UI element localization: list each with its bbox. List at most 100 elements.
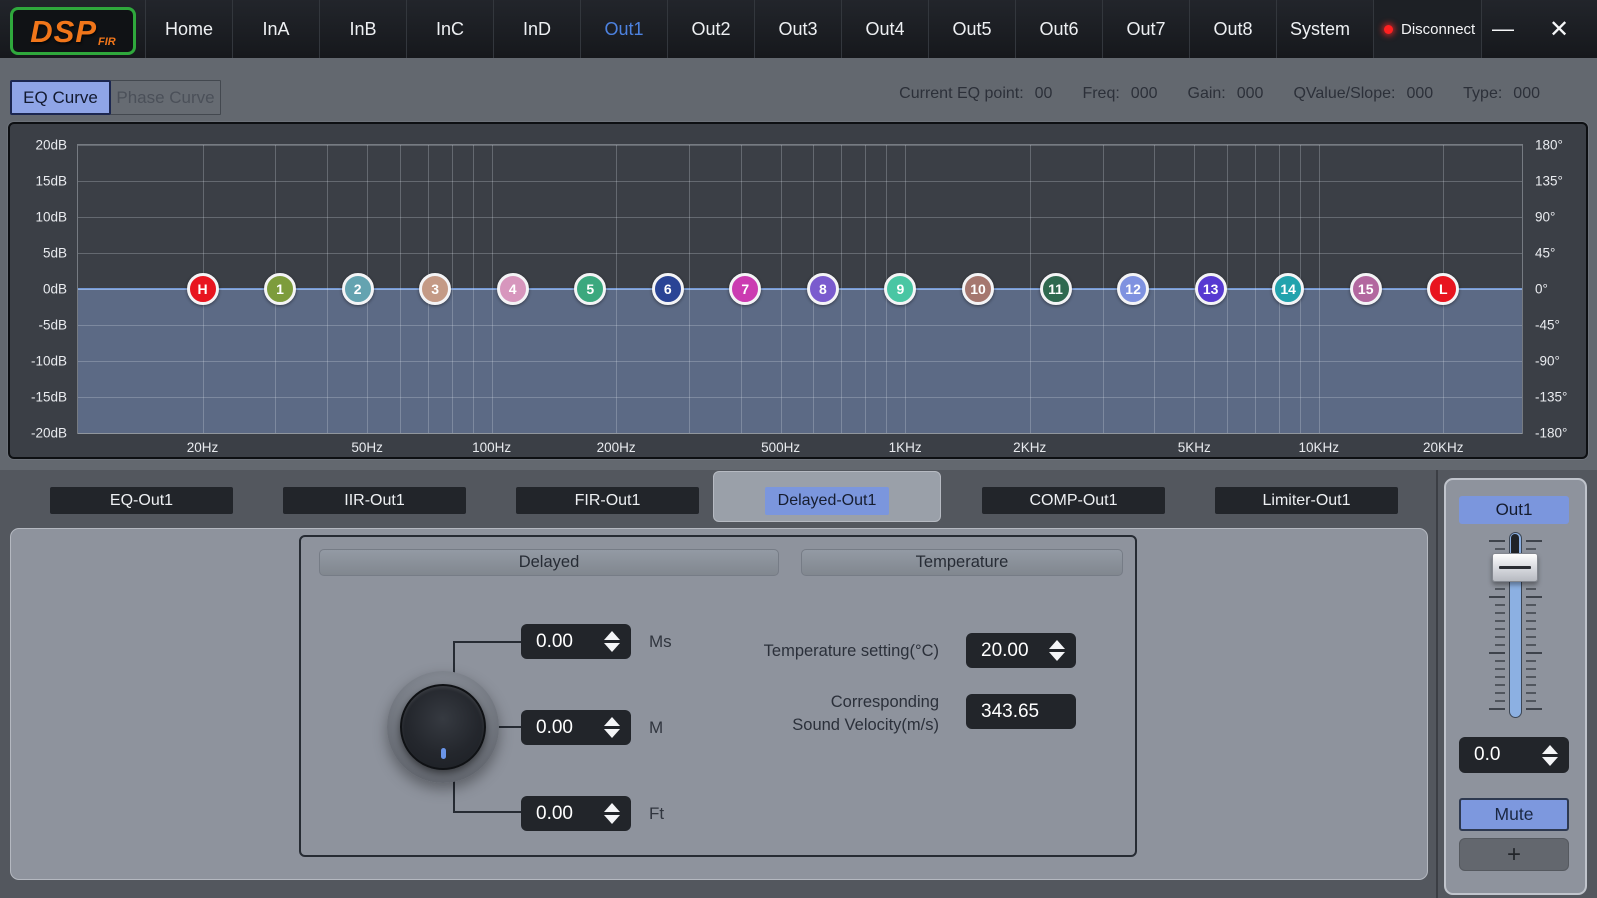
eq-point-13[interactable]: 13 xyxy=(1195,273,1227,305)
nav-item-inb[interactable]: InB xyxy=(319,0,406,58)
add-button[interactable]: + xyxy=(1459,838,1569,871)
eq-point-6[interactable]: 6 xyxy=(652,273,684,305)
eq-plot-area[interactable]: 20dB15dB10dB5dB0dB-5dB-10dB-15dB-20dB180… xyxy=(77,144,1523,434)
minimize-button[interactable]: — xyxy=(1478,0,1528,58)
eq-point-2[interactable]: 2 xyxy=(342,273,374,305)
processing-tab-selected-frame: Delayed-Out1 xyxy=(713,471,941,522)
grid-line-h xyxy=(78,325,1522,326)
eq-point-7[interactable]: 7 xyxy=(729,273,761,305)
delayed-header-label: Delayed xyxy=(519,553,580,572)
nav-item-out7[interactable]: Out7 xyxy=(1102,0,1189,58)
step-up-icon[interactable] xyxy=(1049,640,1065,649)
gain-axis-label: -15dB xyxy=(31,390,67,405)
fader-tick xyxy=(1526,636,1536,638)
fader-tick xyxy=(1495,684,1505,686)
delay-value: 0.00 xyxy=(536,803,573,825)
fader-tick xyxy=(1526,604,1536,606)
step-up-icon[interactable] xyxy=(1542,745,1558,754)
eq-point-1[interactable]: 1 xyxy=(264,273,296,305)
mute-button[interactable]: Mute xyxy=(1459,798,1569,831)
fader-tick xyxy=(1526,700,1536,702)
delayed-panel: Delayed Temperature 0.00Ms0.00M0.00Ft Te… xyxy=(10,528,1428,880)
nav-item-inc[interactable]: InC xyxy=(406,0,493,58)
tab-phase-curve[interactable]: Phase Curve xyxy=(110,80,221,115)
gain-stepper[interactable] xyxy=(1542,737,1558,773)
nav-item-out5[interactable]: Out5 xyxy=(928,0,1015,58)
eq-point-10[interactable]: 10 xyxy=(962,273,994,305)
gain-value-field[interactable]: 0.0 xyxy=(1459,737,1569,773)
status-label: Current EQ point: xyxy=(899,85,1024,103)
disconnect-label: Disconnect xyxy=(1401,21,1475,38)
nav-item-home[interactable]: Home xyxy=(145,0,232,58)
nav-item-out6[interactable]: Out6 xyxy=(1015,0,1102,58)
nav-item-out4[interactable]: Out4 xyxy=(841,0,928,58)
nav-item-out3[interactable]: Out3 xyxy=(754,0,841,58)
tab-eq-out1[interactable]: EQ-Out1 xyxy=(50,487,233,514)
mute-label: Mute xyxy=(1495,804,1534,825)
panel-divider xyxy=(1436,470,1438,898)
output-channel-strip: Out1 0.0 Mute + xyxy=(1444,478,1587,895)
tab-fir-out1[interactable]: FIR-Out1 xyxy=(516,487,699,514)
nav-item-out1[interactable]: Out1 xyxy=(580,0,667,58)
eq-point-L[interactable]: L xyxy=(1427,273,1459,305)
tab-eq-curve[interactable]: EQ Curve xyxy=(10,80,111,115)
eq-point-9[interactable]: 9 xyxy=(884,273,916,305)
step-down-icon[interactable] xyxy=(1049,652,1065,661)
gain-axis-label: 15dB xyxy=(35,174,67,189)
tab-iir-out1[interactable]: IIR-Out1 xyxy=(283,487,466,514)
close-button[interactable]: ✕ xyxy=(1532,0,1586,58)
eq-point-14[interactable]: 14 xyxy=(1272,273,1304,305)
eq-point-5[interactable]: 5 xyxy=(574,273,606,305)
grid-line-h xyxy=(78,181,1522,182)
channel-name-label: Out1 xyxy=(1496,500,1533,520)
delay-value: 0.00 xyxy=(536,717,573,739)
phase-axis-label: 135° xyxy=(1535,174,1563,189)
status-value: 000 xyxy=(1131,85,1158,103)
delay-knob[interactable] xyxy=(387,671,499,783)
nav-item-ind[interactable]: InD xyxy=(493,0,580,58)
nav-item-out8[interactable]: Out8 xyxy=(1189,0,1276,58)
phase-axis-label: -90° xyxy=(1535,354,1560,369)
delay-ft-field[interactable]: 0.00 xyxy=(521,796,631,831)
temperature-setting-field[interactable]: 20.00 xyxy=(966,633,1076,668)
step-down-icon[interactable] xyxy=(604,815,620,824)
eq-point-12[interactable]: 12 xyxy=(1117,273,1149,305)
connector-line xyxy=(453,811,521,813)
grid-line-h xyxy=(78,397,1522,398)
temperature-stepper[interactable] xyxy=(1049,633,1065,668)
gain-fader-handle[interactable] xyxy=(1492,553,1538,582)
step-up-icon[interactable] xyxy=(604,631,620,640)
nav-item-out2[interactable]: Out2 xyxy=(667,0,754,58)
freq-axis-label: 1KHz xyxy=(889,440,922,455)
delay-knob-face xyxy=(400,684,486,770)
fader-tick xyxy=(1489,708,1505,710)
disconnect-button[interactable]: Disconnect xyxy=(1373,0,1482,58)
tab-phase-curve-label: Phase Curve xyxy=(116,88,214,108)
gain-axis-label: -20dB xyxy=(31,426,67,441)
fader-tick xyxy=(1495,612,1505,614)
close-icon: ✕ xyxy=(1549,15,1569,44)
eq-point-8[interactable]: 8 xyxy=(807,273,839,305)
nav-item-system[interactable]: System xyxy=(1276,0,1363,58)
eq-point-H[interactable]: H xyxy=(187,273,219,305)
fader-tick xyxy=(1526,620,1536,622)
grid-line-h xyxy=(78,253,1522,254)
tab-delayed-out1[interactable]: Delayed-Out1 xyxy=(765,487,889,515)
eq-point-15[interactable]: 15 xyxy=(1350,273,1382,305)
channel-name-button[interactable]: Out1 xyxy=(1459,496,1569,524)
tab-limiter-out1[interactable]: Limiter-Out1 xyxy=(1215,487,1398,514)
sound-velocity-value: 343.65 xyxy=(981,701,1039,723)
fader-tick xyxy=(1526,708,1542,710)
step-down-icon[interactable] xyxy=(1542,757,1558,766)
delay-stepper[interactable] xyxy=(604,796,620,831)
fader-tick xyxy=(1495,692,1505,694)
eq-point-4[interactable]: 4 xyxy=(497,273,529,305)
eq-point-11[interactable]: 11 xyxy=(1040,273,1072,305)
dsp-fir-logo: DSP FIR xyxy=(10,7,136,55)
fader-tick xyxy=(1495,644,1505,646)
nav-item-ina[interactable]: InA xyxy=(232,0,319,58)
fader-tick xyxy=(1495,588,1505,590)
step-up-icon[interactable] xyxy=(604,803,620,812)
tab-comp-out1[interactable]: COMP-Out1 xyxy=(982,487,1165,514)
eq-point-3[interactable]: 3 xyxy=(419,273,451,305)
